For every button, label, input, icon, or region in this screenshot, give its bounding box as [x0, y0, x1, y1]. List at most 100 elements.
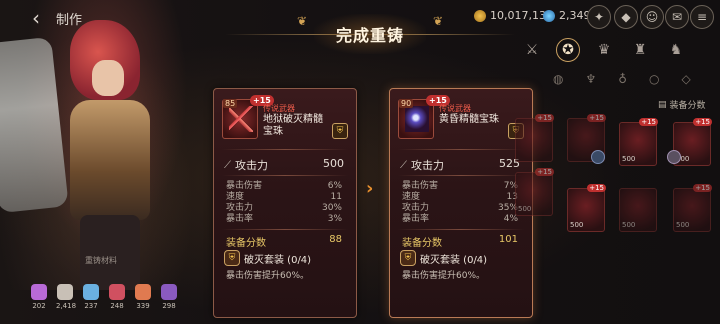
- character-legs: [80, 215, 140, 290]
- stat-label: 速度: [402, 192, 421, 202]
- gear-score-row: 装备分数 101: [402, 234, 518, 249]
- earring-sub-icon[interactable]: ◇: [682, 72, 691, 86]
- item-level: 90: [399, 99, 414, 108]
- status-bubble-icon: [667, 150, 681, 164]
- material-count: 248: [110, 302, 124, 310]
- material-icon: [83, 284, 99, 300]
- gear-score-row: 装备分数 88: [226, 234, 342, 249]
- character-weapon: [0, 36, 69, 214]
- material-count: 298: [162, 302, 176, 310]
- avatar-icon[interactable]: ☺: [640, 5, 664, 29]
- stat-label: 暴击率: [226, 214, 254, 224]
- stat-label: 速度: [226, 192, 245, 202]
- materials-bar: 202 2,418 237 248 339 298: [30, 284, 178, 314]
- sword-icon: ⟋: [400, 159, 407, 171]
- armor-category-icon[interactable]: ♜: [628, 38, 652, 62]
- gear-score-label: 装备分数: [226, 238, 266, 249]
- back-title[interactable]: 制作: [56, 9, 82, 28]
- stat-label: 暴击伤害: [402, 181, 439, 191]
- set-name: 破灭套装 (0/4): [244, 254, 312, 266]
- inventory-item[interactable]: +15 500: [619, 118, 658, 166]
- character-face: [92, 60, 124, 96]
- material-slot: 248: [108, 284, 126, 314]
- pendant-sub-icon[interactable]: ♁: [618, 72, 627, 86]
- gem-icon: [543, 9, 555, 22]
- attack-row: ⟋ 攻击力 525: [400, 157, 520, 173]
- character-portrait-area: [0, 0, 210, 290]
- stat-label: 暴击率: [402, 214, 430, 224]
- materials-label: 重铸材料: [85, 256, 117, 265]
- material-count: 202: [32, 302, 46, 310]
- material-count: 2,418: [56, 302, 77, 310]
- item-name: 黄昏精髓宝珠: [439, 114, 499, 125]
- banner-ornament-left-icon: ❦: [297, 14, 308, 28]
- set-description: 暴击伤害提升60%。: [402, 271, 486, 281]
- material-slot: 339: [134, 284, 152, 314]
- stat-value: 11: [330, 192, 342, 202]
- shop-icon[interactable]: ◆: [614, 5, 638, 29]
- status-bubble-icon: [591, 150, 605, 164]
- sort-icon: ▤: [658, 99, 667, 110]
- set-row: ⛨ 破灭套装 (0/4): [400, 250, 487, 266]
- character-body: [70, 100, 150, 220]
- inventory-item[interactable]: +15 500: [673, 184, 712, 232]
- chat-icon[interactable]: ✉: [665, 5, 689, 29]
- equipment-score-button[interactable]: ▤ 装备分数: [658, 98, 706, 112]
- material-count: 339: [136, 302, 150, 310]
- set-shield-icon: ⛨: [332, 123, 348, 139]
- inventory-grid: +15 +15 +15 500 +15 500 +15 500 +15 500 500 …: [505, 114, 720, 258]
- sub-stats: 暴击伤害 6% 速度 11 攻击力 30% 暴击率 3%: [226, 181, 342, 225]
- ring-sub-icon[interactable]: ◍: [553, 72, 563, 86]
- item-card-before: 85 +15 传说武器 地狱破灭精髓宝珠 ⛨ ⟋ 攻击力 500 暴击伤害 6% 速…: [213, 88, 357, 318]
- set-row: ⛨ 破灭套装 (0/4): [224, 250, 311, 266]
- banner-ornament-right-icon: ❦: [432, 14, 443, 28]
- item-name: 地狱破灭精髓宝珠: [263, 114, 323, 137]
- stat-value: 3%: [327, 214, 342, 224]
- material-icon: [31, 284, 47, 300]
- weapon-category-icon[interactable]: ⚔: [520, 38, 544, 62]
- sub-category-icons: ◍ ♆ ♁ ○ ◇: [553, 72, 691, 86]
- material-count: 237: [84, 302, 98, 310]
- material-icon: [57, 284, 73, 300]
- sub-stats: 暴击伤害 7% 速度 13 攻击力 35% 暴击率 4%: [402, 181, 518, 225]
- attack-label: 攻击力: [411, 159, 444, 172]
- set-description: 暴击伤害提升60%。: [226, 271, 310, 281]
- stat-label: 攻击力: [226, 203, 254, 213]
- material-icon: [161, 284, 177, 300]
- inventory-item[interactable]: +15 500: [515, 168, 554, 216]
- equipment-score-label: 装备分数: [669, 101, 706, 111]
- attack-value: 500: [323, 157, 344, 170]
- inventory-item[interactable]: 500: [619, 188, 657, 232]
- helmet-category-icon[interactable]: ♛: [592, 38, 616, 62]
- gear-score-label: 装备分数: [402, 238, 442, 249]
- sword-icon: ⟋: [224, 159, 231, 171]
- divider: [222, 229, 348, 230]
- item-grade: 传说武器: [263, 104, 295, 113]
- inventory-item[interactable]: +15: [515, 114, 554, 162]
- gem-amount: 2,349: [559, 9, 591, 22]
- attack-row: ⟋ 攻击力 500: [224, 157, 344, 173]
- orb-category-icon[interactable]: ✪: [556, 38, 580, 62]
- stat-label: 攻击力: [402, 203, 430, 213]
- necklace-sub-icon[interactable]: ♆: [585, 72, 596, 86]
- menu-icon[interactable]: ≡: [690, 5, 714, 29]
- banner-title: 完成重铸: [313, 14, 426, 54]
- material-icon: [109, 284, 125, 300]
- material-slot: 237: [82, 284, 100, 314]
- back-arrow-icon[interactable]: ‹: [32, 6, 40, 30]
- result-banner: ❦ ❦ 完成重铸: [225, 14, 515, 54]
- divider: [222, 149, 348, 150]
- boots-category-icon[interactable]: ♞: [664, 38, 688, 62]
- stat-value: 6%: [327, 181, 342, 191]
- event-icon[interactable]: ✦: [587, 5, 611, 29]
- inventory-item[interactable]: +15 500: [567, 184, 606, 232]
- set-shield-icon: ⛨: [224, 250, 240, 266]
- arrow-right-icon: ›: [366, 178, 374, 199]
- set-name: 破灭套装 (0/4): [420, 254, 488, 266]
- item-grade: 传说武器: [439, 104, 471, 113]
- item-level: 85: [223, 99, 238, 108]
- bracelet-sub-icon[interactable]: ○: [649, 72, 659, 86]
- material-icon: [135, 284, 151, 300]
- divider: [222, 175, 348, 176]
- gem-display: 2,349: [543, 9, 591, 22]
